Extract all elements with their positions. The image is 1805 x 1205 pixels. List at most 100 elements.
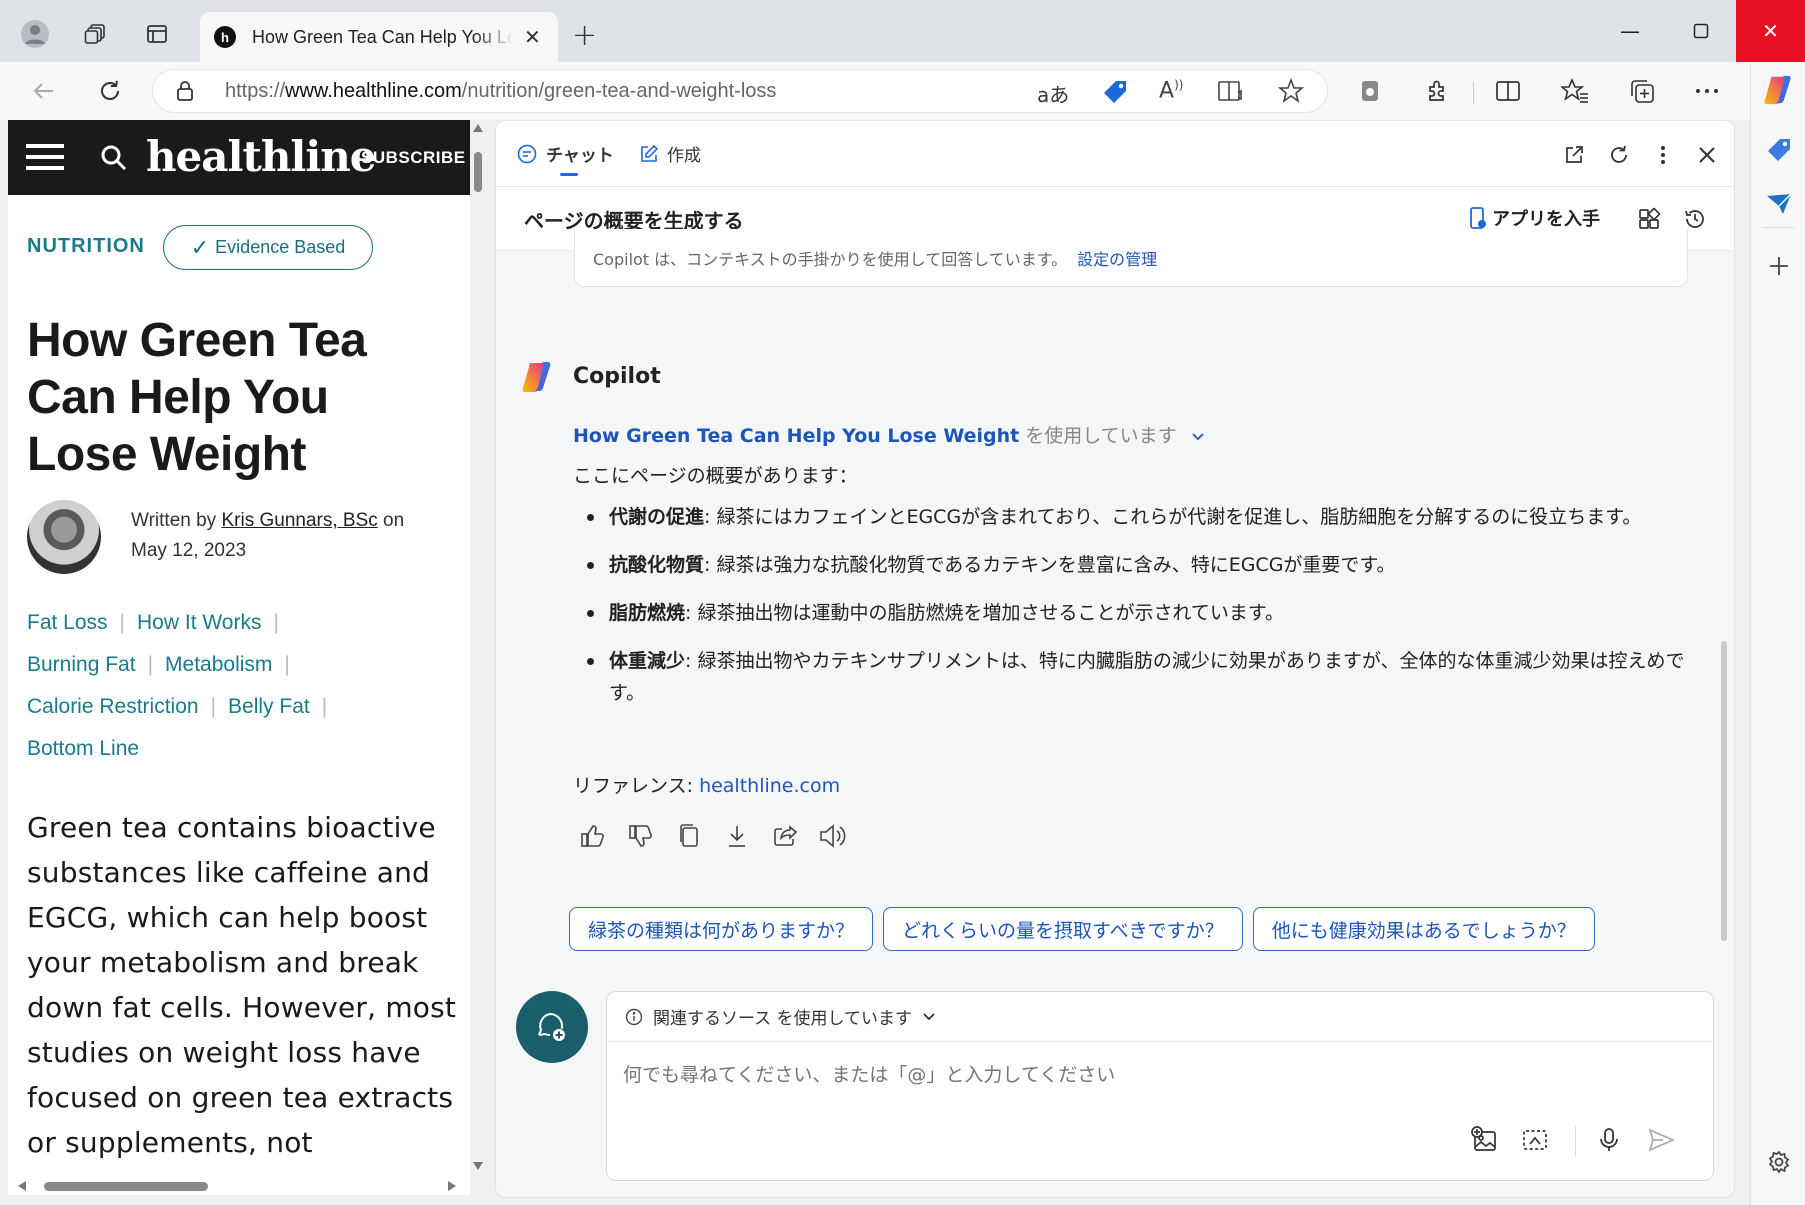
edge-sidebar (1750, 62, 1805, 1205)
get-app-button[interactable]: アプリを入手 (1468, 205, 1600, 231)
scroll-thumb[interactable] (44, 1182, 208, 1191)
tab-chat[interactable]: チャット (516, 141, 614, 176)
download-icon[interactable] (722, 821, 752, 851)
toc-link[interactable]: Bottom Line (27, 737, 139, 760)
profile-extension-icon[interactable] (1350, 71, 1390, 111)
thumbs-up-icon[interactable] (578, 821, 608, 851)
evidence-based-badge[interactable]: ✓ Evidence Based (163, 225, 373, 270)
vertical-tabs-icon[interactable] (137, 14, 177, 54)
address-toolbar: https://www.healthline.com/nutrition/gre… (0, 62, 1805, 120)
more-options-icon[interactable] (1647, 139, 1679, 171)
byline: Written by Kris Gunnars, BSc on May 12, 2… (131, 510, 405, 561)
favorites-icon[interactable] (1555, 71, 1595, 111)
coupon-tag-icon[interactable] (1101, 78, 1129, 106)
extensions-icon[interactable] (1418, 71, 1458, 111)
profile-icon[interactable] (15, 14, 55, 54)
back-icon[interactable] (24, 71, 64, 111)
copilot-sidebar-icon[interactable] (1761, 72, 1797, 108)
lock-icon[interactable] (175, 80, 195, 102)
refresh-icon[interactable] (1603, 139, 1635, 171)
thumbs-down-icon[interactable] (626, 821, 656, 851)
toolbar-divider (1473, 82, 1474, 104)
copy-icon[interactable] (674, 821, 704, 851)
scroll-left-icon[interactable] (18, 1181, 26, 1191)
maximize-button[interactable] (1662, 0, 1740, 62)
new-chat-icon (538, 1013, 565, 1041)
suggestion-chip[interactable]: 緑茶の種類は何がありますか？ (569, 907, 874, 951)
page-horizontal-scrollbar[interactable] (8, 1178, 470, 1194)
composer-divider (1575, 1126, 1576, 1156)
url-text[interactable]: https://www.healthline.com/nutrition/gre… (225, 80, 776, 103)
subscribe-link[interactable]: SUBSCRIBE (361, 148, 466, 168)
check-icon: ✓ (190, 234, 210, 260)
reference-link[interactable]: healthline.com (699, 775, 840, 797)
toc-link[interactable]: Belly Fat (228, 695, 310, 718)
read-aloud-speaker-icon[interactable] (818, 821, 848, 851)
source-indicator[interactable]: How Green Tea Can Help You Lose Weight を使… (573, 421, 1205, 448)
minimize-button[interactable]: — (1591, 0, 1669, 62)
chevron-down-icon (923, 1012, 935, 1020)
author-link[interactable]: Kris Gunnars, BSc (221, 510, 377, 531)
page-vertical-scrollbar[interactable] (470, 120, 486, 1180)
address-bar[interactable]: https://www.healthline.com/nutrition/gre… (152, 69, 1328, 113)
list-item: 脂肪燃焼: 緑茶抽出物は運動中の脂肪燃焼を増加させることが示されています。 (573, 597, 1693, 629)
list-item: 体重減少: 緑茶抽出物やカテキンサプリメントは、特に内臓脂肪の減少に効果がありま… (573, 645, 1693, 709)
suggestion-chip[interactable]: どれくらいの量を摂取すべきですか？ (883, 907, 1243, 951)
info-icon (625, 1008, 643, 1025)
outlook-send-icon[interactable] (1761, 186, 1797, 222)
chat-icon (517, 144, 537, 163)
toc-link[interactable]: Burning Fat (27, 653, 136, 676)
author-avatar[interactable] (27, 500, 101, 574)
scroll-up-icon[interactable] (473, 124, 483, 132)
immersive-reader-icon[interactable] (1217, 79, 1245, 105)
new-tab-button[interactable]: + (572, 18, 597, 53)
chat-input[interactable] (623, 1064, 1623, 1086)
new-chat-button[interactable] (516, 991, 588, 1063)
copilot-scrollbar[interactable] (1721, 641, 1727, 941)
read-aloud-icon[interactable]: A)) (1159, 78, 1183, 103)
web-page: healthline SUBSCRIBE NUTRITION ✓ Evidence… (8, 120, 470, 1195)
toc-link[interactable]: Metabolism (165, 653, 272, 676)
scroll-right-icon[interactable] (448, 1181, 456, 1191)
healthline-favicon-icon: h (214, 26, 236, 48)
refresh-icon[interactable] (90, 71, 130, 111)
suggestion-chip[interactable]: 他にも健康効果はあるでしょうか？ (1252, 907, 1595, 951)
share-icon[interactable] (770, 821, 800, 851)
manage-settings-link[interactable]: 設定の管理 (1077, 250, 1157, 269)
open-in-new-icon[interactable] (1558, 139, 1590, 171)
send-icon[interactable] (1643, 1122, 1679, 1158)
shopping-tag-icon[interactable] (1761, 132, 1797, 168)
close-tab-icon[interactable]: ✕ (524, 25, 541, 49)
search-icon[interactable] (100, 144, 128, 172)
active-tab[interactable]: h How Green Tea Can Help You Lose Weight… (200, 12, 558, 62)
scroll-thumb[interactable] (474, 152, 482, 192)
sources-selector[interactable]: 関連するソース を使用しています (607, 992, 1713, 1042)
scroll-down-icon[interactable] (473, 1162, 483, 1170)
category-label[interactable]: NUTRITION (27, 235, 145, 258)
hamburger-menu-icon[interactable] (26, 142, 64, 172)
workspaces-icon[interactable] (76, 14, 116, 54)
copilot-logo-icon (522, 362, 551, 392)
close-window-button[interactable]: ✕ (1736, 0, 1805, 62)
close-icon[interactable] (1691, 139, 1723, 171)
publish-date: May 12, 2023 (131, 540, 247, 561)
toc-link[interactable]: Calorie Restriction (27, 695, 199, 718)
more-menu-icon[interactable] (1687, 71, 1727, 111)
screenshot-icon[interactable] (1517, 1122, 1553, 1158)
add-sidebar-app-icon[interactable] (1761, 248, 1797, 284)
toc-link[interactable]: How It Works (137, 611, 261, 634)
site-header: healthline SUBSCRIBE (8, 120, 470, 195)
settings-gear-icon[interactable] (1761, 1144, 1797, 1180)
collections-icon[interactable] (1622, 71, 1662, 111)
content-area: healthline SUBSCRIBE NUTRITION ✓ Evidence… (0, 120, 1750, 1205)
tab-compose[interactable]: 作成 (639, 141, 701, 166)
toc-link[interactable]: Fat Loss (27, 611, 108, 634)
add-image-icon[interactable] (1467, 1122, 1503, 1158)
microphone-icon[interactable] (1591, 1122, 1627, 1158)
healthline-logo[interactable]: healthline (146, 132, 377, 181)
split-screen-icon[interactable] (1488, 71, 1528, 111)
favorite-star-icon[interactable] (1278, 78, 1304, 104)
translate-icon[interactable]: aあ (1037, 79, 1069, 108)
table-of-contents: Fat Loss | How It Works | Burning Fat | Metab… (27, 611, 328, 760)
list-item: 抗酸化物質: 緑茶は強力な抗酸化物質であるカテキンを豊富に含み、特にEGCGが重… (573, 549, 1693, 581)
